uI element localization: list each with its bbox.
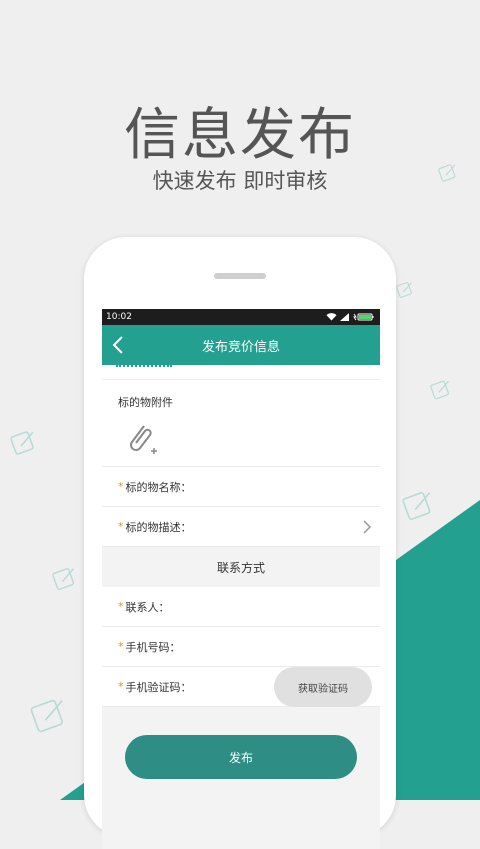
signal-icon [340, 313, 349, 321]
phone-field[interactable]: * 手机号码： [102, 627, 380, 667]
battery-icon [353, 313, 374, 321]
paperclip-icon [130, 425, 157, 454]
required-mark: * [118, 520, 124, 533]
phone-mockup: 10:02 发布竞价信息 标的物附件 * 标的物名称： * 标的物描述： 联系方… [84, 237, 396, 849]
edit-note-icon [10, 431, 34, 455]
contact-section-header: 联系方式 [102, 547, 380, 587]
edit-note-icon [402, 492, 431, 520]
phone-label: 手机号码： [125, 640, 181, 654]
app-bar-title: 发布竞价信息 [201, 339, 280, 355]
edit-note-icon [30, 699, 64, 733]
edit-note-icon [396, 282, 412, 298]
status-bar: 10:02 [102, 309, 380, 325]
get-code-button[interactable]: 获取验证码 [274, 667, 372, 707]
wifi-icon [326, 313, 337, 321]
attachment-add-button[interactable] [102, 420, 380, 467]
attachment-label: 标的物附件 [118, 396, 173, 409]
verification-code-label: 手机验证码： [125, 680, 192, 694]
hero-title: 信息发布 [124, 103, 356, 168]
chevron-right-icon[interactable] [362, 519, 372, 535]
required-mark: * [118, 480, 124, 493]
phone-speaker [214, 273, 266, 279]
back-icon[interactable] [108, 334, 130, 356]
verification-code-field[interactable]: * 手机验证码： 获取验证码 [102, 667, 380, 707]
required-mark: * [118, 640, 124, 653]
required-mark: * [118, 600, 124, 613]
divider-strip [102, 365, 380, 380]
name-field[interactable]: * 标的物名称： [102, 467, 380, 507]
submit-button[interactable]: 发布 [125, 735, 357, 779]
required-mark: * [118, 680, 124, 693]
status-time: 10:02 [106, 312, 132, 322]
edit-note-icon [52, 568, 75, 590]
app-bar: 发布竞价信息 [102, 325, 380, 365]
hero-subtitle: 快速发布 即时审核 [152, 169, 328, 193]
edit-note-icon [430, 380, 449, 400]
contact-label: 联系人： [125, 600, 170, 614]
attachment-section: 标的物附件 [102, 380, 380, 467]
app-screen: 10:02 发布竞价信息 标的物附件 * 标的物名称： * 标的物描述： 联系方… [102, 309, 380, 849]
description-field[interactable]: * 标的物描述： [102, 507, 380, 547]
description-label: 标的物描述： [125, 520, 192, 534]
name-label: 标的物名称： [125, 480, 192, 494]
contact-field[interactable]: * 联系人： [102, 587, 380, 627]
